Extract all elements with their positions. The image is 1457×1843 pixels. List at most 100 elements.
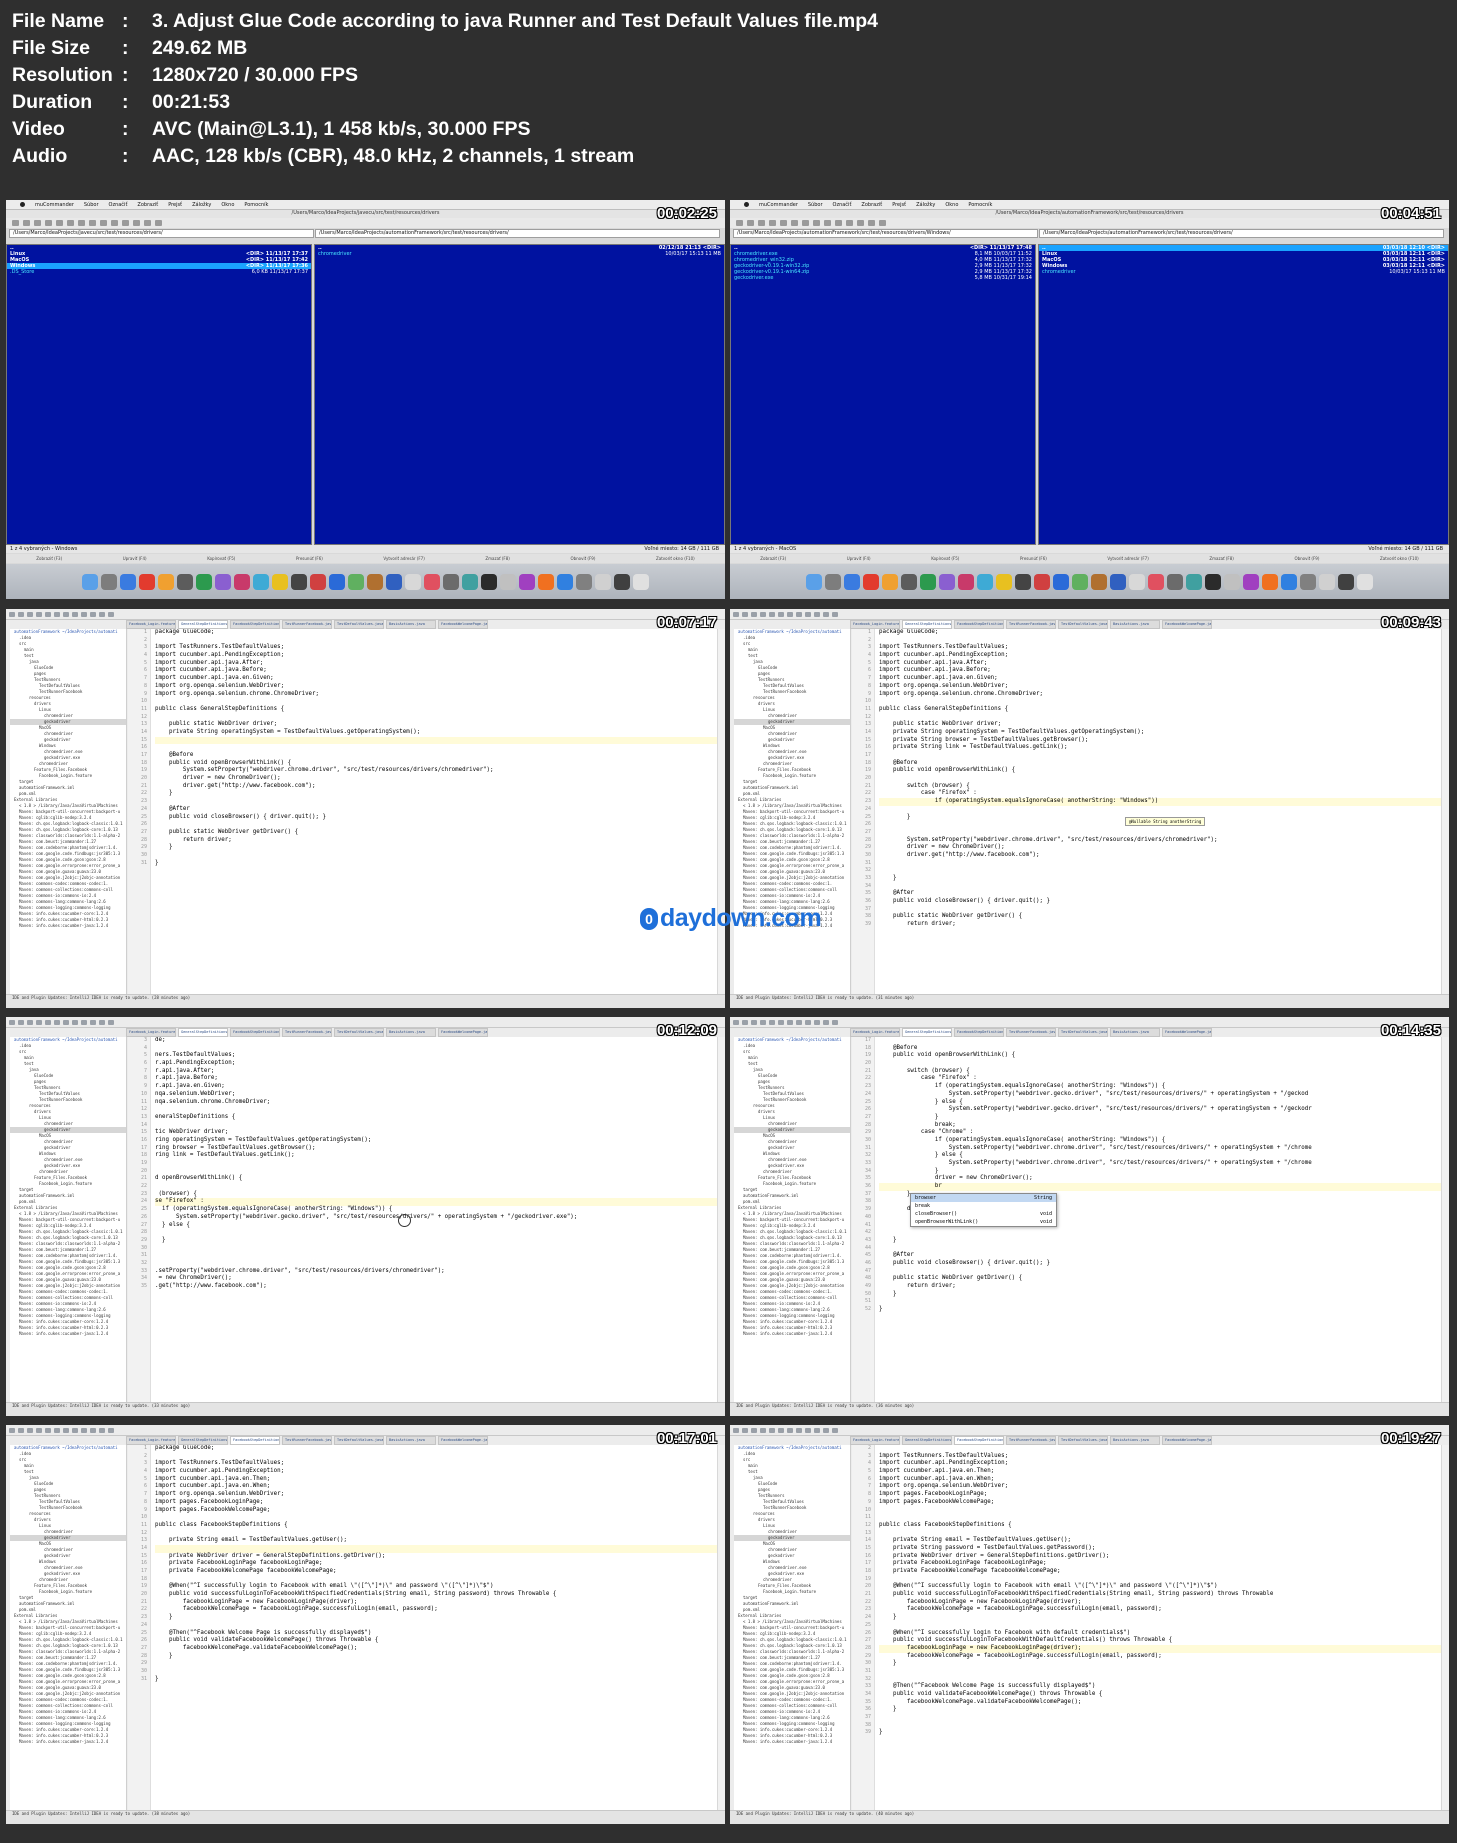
code-editor[interactable]: package GlueCode; import TestRunners.Test… — [151, 629, 717, 994]
toolbar-button-icon[interactable] — [155, 220, 162, 226]
ide-toolbar-icon[interactable] — [45, 611, 51, 617]
toolbar-button-icon[interactable] — [133, 220, 140, 226]
toolbar-button-icon[interactable] — [111, 220, 118, 226]
project-tree-item[interactable]: Maven: info.cukes:cucumber-java:1.2.4 — [734, 1331, 850, 1337]
ide-toolbar-icon[interactable] — [99, 1019, 105, 1025]
ide-toolbar-icon[interactable] — [18, 1427, 24, 1433]
file-row[interactable]: chromedriver 10/03/17 15:13 11 MB — [1039, 269, 1448, 275]
dock-app-icon[interactable] — [844, 573, 860, 590]
editor-tab[interactable]: TestDefaultValues.java — [1058, 1028, 1108, 1037]
dock-app-icon[interactable] — [348, 573, 364, 590]
ide-toolbar-icon[interactable] — [787, 611, 793, 617]
dock-app-icon[interactable] — [576, 573, 592, 590]
dock-app-icon[interactable] — [1300, 573, 1316, 590]
ide-toolbar-icon[interactable] — [90, 611, 96, 617]
right-file-pane[interactable]: .. 02/12/18 21:13 <DIR> chromedriver 10/03/… — [314, 244, 725, 545]
project-tree-item[interactable]: Maven: info.cukes:cucumber-java:1.2.4 — [10, 1739, 126, 1745]
dock-app-icon[interactable] — [1110, 573, 1126, 590]
editor-tab[interactable]: BasicActions.java — [1110, 1028, 1160, 1037]
ide-toolbar-icon[interactable] — [36, 611, 42, 617]
completion-item[interactable]: browser String — [911, 1194, 1056, 1202]
function-key-button[interactable]: Zobraziť (F3) — [760, 556, 786, 561]
ide-toolbar-icon[interactable] — [796, 611, 802, 617]
editor-tab[interactable]: BasicActions.java — [386, 1436, 436, 1445]
ide-toolbar-icon[interactable] — [108, 611, 114, 617]
menubar-item[interactable]: Súbor — [84, 202, 99, 208]
editor-tab[interactable]: FacebookStepDefinitions.java — [954, 1028, 1004, 1037]
ide-toolbar-icon[interactable] — [27, 1019, 33, 1025]
editor-tab[interactable]: FacebookStepDefinitions.java — [954, 620, 1004, 629]
dock-app-icon[interactable] — [1319, 573, 1335, 590]
dock-app-icon[interactable] — [1053, 573, 1069, 590]
editor-tab[interactable]: GeneralStepDefinitions.java — [902, 620, 952, 629]
left-path-field[interactable]: /Users/Marco/IdeaProjects/automationFram… — [733, 229, 1038, 238]
project-tree-item[interactable]: Maven: info.cukes:cucumber-java:1.2.4 — [734, 1739, 850, 1745]
code-editor[interactable]: de; ners.TestDefaultValues; r.api.PendingE… — [151, 1037, 717, 1402]
menubar-item[interactable]: Pomocník — [244, 202, 268, 208]
function-key-button[interactable]: Upraviť (F4) — [123, 556, 147, 561]
toolbar-button-icon[interactable] — [144, 220, 151, 226]
ide-toolbar-icon[interactable] — [18, 1019, 24, 1025]
left-path-field[interactable]: /Users/Marco/IdeaProjects/javecu/src/tes… — [9, 229, 314, 238]
ide-toolbar-icon[interactable] — [733, 1019, 739, 1025]
ide-toolbar-icon[interactable] — [751, 1019, 757, 1025]
dock-app-icon[interactable] — [310, 573, 326, 590]
editor-tab[interactable]: BasicActions.java — [386, 620, 436, 629]
ide-toolbar-icon[interactable] — [63, 1427, 69, 1433]
ide-toolbar-icon[interactable] — [81, 611, 87, 617]
dock-app-icon[interactable] — [1243, 573, 1259, 590]
editor-tab[interactable]: FacebookWelcomePage.java — [1162, 1436, 1212, 1445]
dock-app-icon[interactable] — [367, 573, 383, 590]
dock-app-icon[interactable] — [958, 573, 974, 590]
dock-app-icon[interactable] — [1281, 573, 1297, 590]
editor-tab[interactable]: GeneralStepDefinitions.java — [178, 620, 228, 629]
ide-toolbar-icon[interactable] — [760, 1019, 766, 1025]
ide-toolbar-icon[interactable] — [36, 1427, 42, 1433]
ide-toolbar-icon[interactable] — [733, 1427, 739, 1433]
toolbar-button-icon[interactable] — [802, 220, 809, 226]
dock-app-icon[interactable] — [386, 573, 402, 590]
toolbar-button-icon[interactable] — [67, 220, 74, 226]
toolbar-button-icon[interactable] — [736, 220, 743, 226]
dock-app-icon[interactable] — [253, 573, 269, 590]
menubar-item[interactable]: Označiť — [109, 202, 128, 208]
dock-app-icon[interactable] — [1129, 573, 1145, 590]
toolbar-button-icon[interactable] — [100, 220, 107, 226]
right-path-field[interactable]: /Users/Marco/IdeaProjects/automationFram… — [1039, 229, 1444, 238]
toolbar-button-icon[interactable] — [747, 220, 754, 226]
toolbar-button-icon[interactable] — [56, 220, 63, 226]
toolbar-button-icon[interactable] — [868, 220, 875, 226]
dock-app-icon[interactable] — [557, 573, 573, 590]
dock-app-icon[interactable] — [1148, 573, 1164, 590]
function-key-button[interactable]: Zatvoriť okno (F10) — [656, 556, 695, 561]
menubar-item[interactable]: Prejsť — [892, 202, 906, 208]
code-editor[interactable]: package GlueCode; import TestRunners.Test… — [875, 629, 1441, 994]
editor-tab[interactable]: BasicActions.java — [1110, 620, 1160, 629]
left-file-pane[interactable]: .. Linux <DIR> 11/13/17 17:37 MacOS <DIR> 11… — [6, 244, 312, 545]
toolbar-button-icon[interactable] — [835, 220, 842, 226]
dock-app-icon[interactable] — [538, 573, 554, 590]
menubar-item[interactable]: Označiť — [833, 202, 852, 208]
dock-app-icon[interactable] — [405, 573, 421, 590]
editor-tab[interactable]: FacebookStepDefinitions.java — [230, 1436, 280, 1445]
dock-app-icon[interactable] — [481, 573, 497, 590]
editor-tab[interactable]: Facebook_Login.feature — [126, 620, 176, 629]
function-key-button[interactable]: Upraviť (F4) — [847, 556, 871, 561]
toolbar-button-icon[interactable] — [122, 220, 129, 226]
dock-app-icon[interactable] — [120, 573, 136, 590]
dock-app-icon[interactable] — [996, 573, 1012, 590]
ide-toolbar-icon[interactable] — [832, 1019, 838, 1025]
ide-toolbar-icon[interactable] — [63, 611, 69, 617]
ide-toolbar-icon[interactable] — [760, 1427, 766, 1433]
menubar-item[interactable]: Zobraziť — [861, 202, 882, 208]
dock-app-icon[interactable] — [882, 573, 898, 590]
editor-tab[interactable]: TestRunnerFacebook.java — [1006, 620, 1056, 629]
ide-toolbar-icon[interactable] — [823, 611, 829, 617]
toolbar-button-icon[interactable] — [780, 220, 787, 226]
editor-tab[interactable]: GeneralStepDefinitions.java — [178, 1436, 228, 1445]
dock-app-icon[interactable] — [920, 573, 936, 590]
ide-toolbar-icon[interactable] — [45, 1019, 51, 1025]
editor-tab[interactable]: TestRunnerFacebook.java — [282, 1028, 332, 1037]
ide-toolbar-icon[interactable] — [54, 611, 60, 617]
dock-app-icon[interactable] — [1224, 573, 1240, 590]
